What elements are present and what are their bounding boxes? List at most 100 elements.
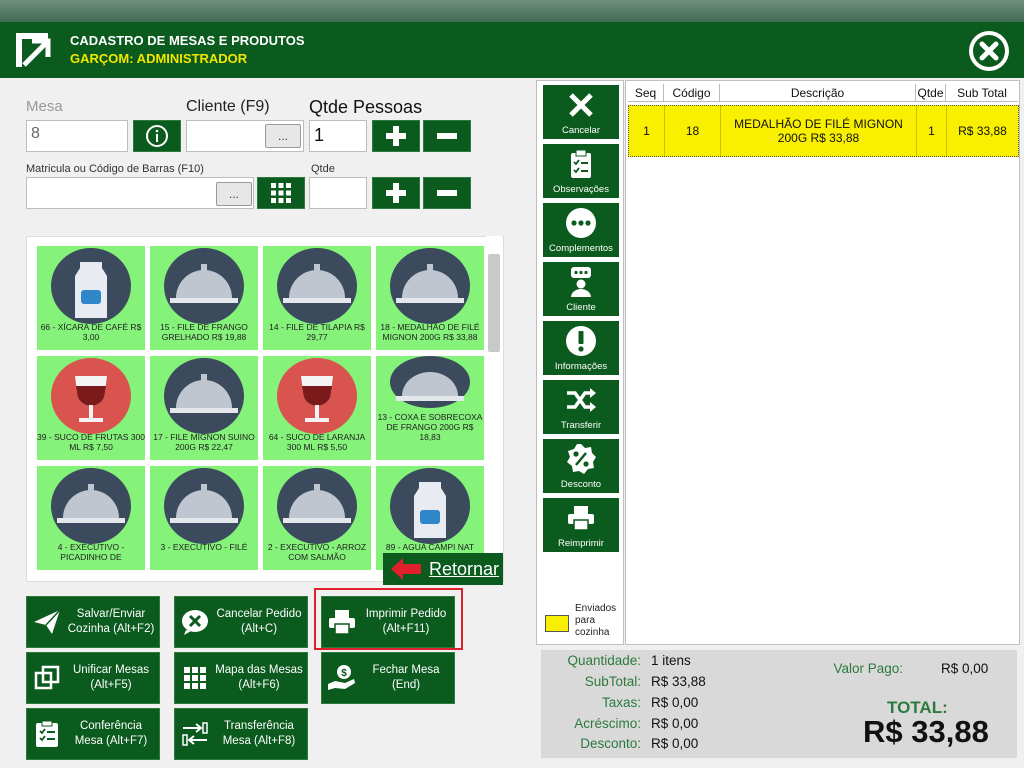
complementos-label: Complementos	[549, 243, 613, 254]
app-logo-icon	[10, 29, 54, 71]
quantidade-value: 1 itens	[651, 653, 691, 668]
cancelar-pedido-label: Cancelar Pedido (Alt+C)	[216, 608, 302, 635]
plus-icon	[386, 126, 406, 146]
product-tile[interactable]: 18 - MEDALHÃO DE FILÉ MIGNON 200G R$ 33,…	[376, 246, 484, 350]
product-label: 4 - EXECUTIVO - PICADINHO DE	[57, 542, 125, 562]
shuffle-icon	[543, 384, 619, 416]
cloche-icon	[164, 248, 244, 324]
qtde-label: Qtde	[311, 163, 335, 175]
complementos-button[interactable]: Complementos	[543, 203, 619, 257]
qtde-pessoas-input[interactable]: 1	[309, 120, 367, 152]
cliente-side-label: Cliente	[566, 302, 596, 313]
cliente-search-button[interactable]: ...	[265, 124, 301, 148]
desconto-label: Desconto	[560, 479, 602, 490]
cloche-icon	[390, 248, 470, 324]
desconto-button[interactable]: Desconto	[543, 439, 619, 493]
minus-icon	[437, 133, 457, 139]
informacoes-button[interactable]: Informações	[543, 321, 619, 375]
product-tile[interactable]: 66 - XÍCARA DE CAFÉ R$ 3,00	[37, 246, 145, 350]
column-header-descricao[interactable]: Descrição	[720, 84, 916, 102]
qtde-input[interactable]	[309, 177, 367, 209]
page-title: CADASTRO DE MESAS E PRODUTOS	[70, 33, 305, 48]
product-tile[interactable]: 17 - FILE MIGNON SUINO 200G R$ 22,47	[150, 356, 258, 460]
qtde-minus-button[interactable]	[423, 177, 471, 209]
product-label: 39 - SUCO DE FRUTAS 300 ML R$ 7,50	[37, 432, 146, 452]
product-label: 2 - EXECUTIVO - ARROZ COM SALMÃO	[267, 542, 367, 562]
product-tile[interactable]: 3 - EXECUTIVO - FILÉ	[150, 466, 258, 570]
cell-subtotal: R$ 33,88	[958, 124, 1007, 138]
column-header-codigo[interactable]: Código	[664, 84, 720, 102]
keypad-button[interactable]	[257, 177, 305, 209]
waiter-name: GARÇOM: ADMINISTRADOR	[70, 51, 248, 66]
product-label: 18 - MEDALHÃO DE FILÉ MIGNON 200G R$ 33,…	[380, 322, 480, 342]
unificar-mesas-label: Unificar Mesas (Alt+F5)	[72, 664, 150, 691]
info-icon	[146, 125, 168, 147]
valor-pago-value: R$ 0,00	[941, 661, 989, 676]
printer-icon	[543, 502, 619, 534]
desconto-total-value: R$ 0,00	[651, 736, 699, 751]
informacoes-label: Informações	[554, 361, 608, 372]
valor-pago-label: Valor Pago:	[833, 661, 903, 676]
mesa-input[interactable]: 8	[26, 120, 128, 152]
transferir-button[interactable]: Transferir	[543, 380, 619, 434]
subtotal-label: SubTotal:	[584, 674, 641, 689]
mapa-mesas-button[interactable]: Mapa das Mesas (Alt+F6)	[174, 652, 308, 704]
column-header-seq[interactable]: Seq	[628, 84, 664, 102]
cancelar-item-button[interactable]: Cancelar	[543, 85, 619, 139]
product-label: 15 - FILE DE FRANGO GRELHADO R$ 19,88	[160, 322, 248, 342]
product-label: 17 - FILE MIGNON SUINO 200G R$ 22,47	[153, 432, 255, 452]
fechar-mesa-button[interactable]: $ Fechar Mesa (End)	[321, 652, 455, 704]
cliente-label: Cliente (F9)	[186, 98, 270, 115]
fechar-mesa-label: Fechar Mesa (End)	[372, 664, 440, 691]
close-button[interactable]	[963, 28, 1015, 74]
acrescimo-label: Acréscimo:	[574, 716, 641, 731]
cancel-bubble-icon	[175, 596, 215, 648]
unificar-mesas-button[interactable]: Unificar Mesas (Alt+F5)	[26, 652, 160, 704]
retornar-button[interactable]: Retornar	[383, 553, 503, 585]
qtde-pessoas-plus-button[interactable]	[372, 120, 420, 152]
qtde-plus-button[interactable]	[372, 177, 420, 209]
cloche-icon	[390, 356, 470, 408]
transferencia-mesa-button[interactable]: Transferência Mesa (Alt+F8)	[174, 708, 308, 760]
observacoes-button[interactable]: Observações	[543, 144, 619, 198]
cliente-button[interactable]: Cliente	[543, 262, 619, 316]
mesa-info-button[interactable]	[133, 120, 181, 152]
product-tile[interactable]: 2 - EXECUTIVO - ARROZ COM SALMÃO	[263, 466, 371, 570]
matricula-search-button[interactable]: ...	[216, 182, 252, 206]
milk-carton-icon	[390, 468, 470, 544]
conferencia-mesa-button[interactable]: Conferência Mesa (Alt+F7)	[26, 708, 160, 760]
salvar-enviar-button[interactable]: Salvar/Enviar Cozinha (Alt+F2)	[26, 596, 160, 648]
product-tile[interactable]: 4 - EXECUTIVO - PICADINHO DE	[37, 466, 145, 570]
plus-icon	[386, 183, 406, 203]
hand-money-icon: $	[322, 652, 362, 704]
product-tile[interactable]: 15 - FILE DE FRANGO GRELHADO R$ 19,88	[150, 246, 258, 350]
acrescimo-value: R$ 0,00	[651, 716, 699, 731]
table-row[interactable]: 1 18 MEDALHÃO DE FILÉ MIGNON 200G R$ 33,…	[628, 105, 1019, 157]
exclamation-icon	[543, 325, 619, 357]
product-label: 3 - EXECUTIVO - FILÉ	[160, 542, 248, 552]
conferencia-mesa-label: Conferência Mesa (Alt+F7)	[74, 720, 148, 747]
salvar-enviar-label: Salvar/Enviar Cozinha (Alt+F2)	[67, 608, 155, 635]
product-tile[interactable]: 13 - COXA E SOBRECOXA DE FRANGO 200G R$ …	[376, 356, 484, 460]
clipboard-checklist-icon	[27, 708, 67, 760]
order-table: Seq Código Descrição Qtde Sub Total 1 18…	[625, 80, 1020, 645]
matricula-label: Matricula ou Código de Barras (F10)	[26, 163, 204, 175]
qtde-pessoas-minus-button[interactable]	[423, 120, 471, 152]
taxas-value: R$ 0,00	[651, 695, 699, 710]
reimprimir-button[interactable]: Reimprimir	[543, 498, 619, 552]
column-header-subtotal[interactable]: Sub Total	[946, 84, 1018, 102]
legend-swatch	[545, 615, 569, 632]
cancelar-item-label: Cancelar	[561, 125, 601, 136]
taxas-label: Taxas:	[601, 695, 641, 710]
product-tile[interactable]: 39 - SUCO DE FRUTAS 300 ML R$ 7,50	[37, 356, 145, 460]
transfer-arrows-icon	[175, 708, 215, 760]
product-tile[interactable]: 64 - SUCO DE LARANJA 300 ML R$ 5,50	[263, 356, 371, 460]
cell-seq: 1	[629, 106, 665, 156]
scrollbar-thumb[interactable]	[488, 254, 500, 352]
product-tile[interactable]: 14 - FILE DE TILAPIA R$ 29,77	[263, 246, 371, 350]
cell-descricao: MEDALHÃO DE FILÉ MIGNON 200G R$ 33,88	[721, 106, 917, 156]
cancelar-pedido-button[interactable]: Cancelar Pedido (Alt+C)	[174, 596, 308, 648]
product-label: 14 - FILE DE TILAPIA R$ 29,77	[269, 322, 365, 342]
grid-icon	[271, 183, 291, 203]
column-header-qtde[interactable]: Qtde	[916, 84, 946, 102]
